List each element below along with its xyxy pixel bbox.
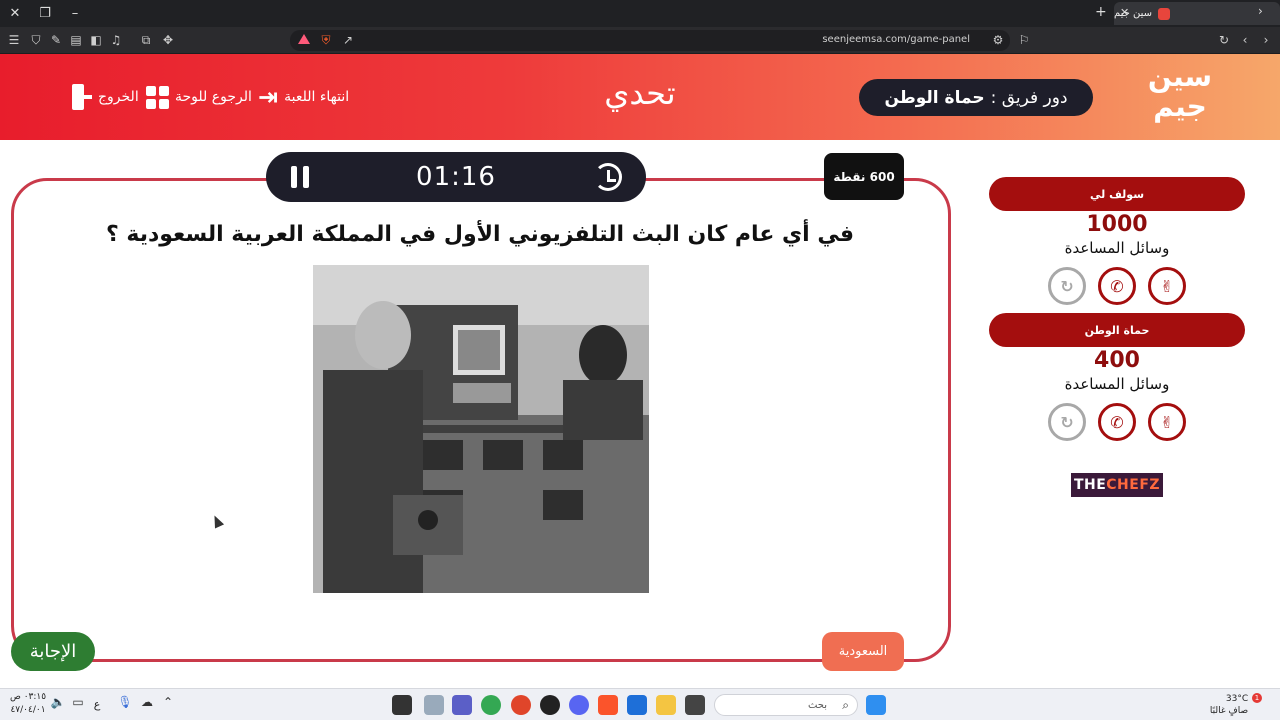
brave-rewards-icon[interactable]: [298, 34, 312, 48]
tray-chevron-icon[interactable]: ⌃: [158, 695, 178, 715]
phone-icon[interactable]: ✆: [1098, 403, 1136, 441]
url-text: seenjeemsa.com/game-panel: [822, 34, 970, 45]
question-image: [313, 265, 649, 593]
page-title: تحدي: [604, 74, 676, 112]
two-answers-icon[interactable]: ✌: [1148, 403, 1186, 441]
timer-bar: 01:16: [266, 152, 646, 202]
site-favicon-icon: [1158, 7, 1171, 20]
sponsor-logo[interactable]: THE CHEFZ: [1071, 473, 1163, 497]
microphone-icon[interactable]: 🎙: [115, 695, 135, 715]
team-name-bar: سولف لي: [989, 177, 1245, 211]
tab-list-chevron-icon[interactable]: ›: [1258, 4, 1263, 18]
window-restore-icon[interactable]: ❐: [34, 3, 56, 23]
exit-label: الخروج: [98, 89, 139, 105]
game-header: سين جيم دور فريق : حماة الوطن تحدي انتها…: [0, 54, 1280, 140]
rest-icon[interactable]: ↻: [1048, 267, 1086, 305]
weather-desc[interactable]: صافٍ غالبًا: [1204, 706, 1254, 716]
chrome-icon[interactable]: [481, 695, 501, 715]
screenshot-icon[interactable]: ⧉: [138, 32, 154, 48]
window-minimize-icon[interactable]: –: [64, 3, 86, 23]
file-explorer-icon[interactable]: [656, 695, 676, 715]
arrow-to-line-icon: ⇥: [258, 83, 279, 111]
window-close-icon[interactable]: ✕: [4, 3, 26, 23]
aids-label: وسائل المساعدة: [1064, 239, 1170, 257]
phone-icon[interactable]: ✆: [1098, 267, 1136, 305]
cloud-icon[interactable]: ☁: [137, 695, 157, 715]
brave-shields-icon[interactable]: ⛨: [318, 32, 334, 48]
discord-icon[interactable]: [569, 695, 589, 715]
terminal-icon[interactable]: [685, 695, 705, 715]
bookmark-icon[interactable]: ⚐: [1016, 32, 1032, 48]
rest-icon[interactable]: ↻: [1048, 403, 1086, 441]
browser-tab[interactable]: سين جيم: [1114, 2, 1280, 25]
grid-icon: [146, 85, 169, 109]
timer-display: 01:16: [416, 162, 496, 192]
tab-close-icon[interactable]: ✕: [1120, 6, 1129, 19]
forward-icon[interactable]: ›: [1258, 32, 1274, 48]
notification-badge: 1: [1252, 693, 1262, 703]
back-to-board-button[interactable]: الرجوع للوحة: [146, 82, 252, 112]
back-to-board-label: الرجوع للوحة: [175, 89, 252, 105]
exit-button[interactable]: الخروج: [70, 82, 139, 112]
team-score: 400: [1094, 348, 1140, 373]
category-button[interactable]: السعودية: [822, 632, 904, 671]
app-icon[interactable]: [540, 695, 560, 715]
network-icon[interactable]: ▭: [68, 695, 88, 715]
team-score: 1000: [1086, 212, 1148, 237]
back-icon[interactable]: ‹: [1237, 32, 1253, 48]
reload-icon[interactable]: ↻: [1216, 32, 1232, 48]
show-answer-button[interactable]: الإجابة: [11, 632, 95, 671]
end-game-label: انتهاء اللعبة: [284, 89, 350, 105]
team-name-bar: حماة الوطن: [989, 313, 1245, 347]
store-icon[interactable]: [627, 695, 647, 715]
brave-icon[interactable]: [598, 695, 618, 715]
weather-temp[interactable]: 33°C: [1222, 694, 1252, 704]
shield-icon[interactable]: ⛉: [28, 32, 44, 48]
volume-icon[interactable]: 🔈: [48, 695, 68, 715]
browser-tab-bar: ✕ ❐ – + سين جيم ✕ ›: [0, 0, 1280, 27]
exit-door-icon: [70, 84, 92, 110]
new-tab-icon[interactable]: +: [1095, 4, 1107, 20]
reading-list-icon[interactable]: ▤: [68, 32, 84, 48]
current-turn-pill: دور فريق : حماة الوطن: [859, 79, 1093, 116]
end-game-button[interactable]: انتهاء اللعبة ⇥: [258, 82, 349, 112]
share-icon[interactable]: ↗: [340, 32, 356, 48]
clock-date[interactable]: ٤٧/٠٤/٠١: [8, 705, 48, 715]
site-settings-icon[interactable]: ⚙: [990, 32, 1006, 48]
address-bar[interactable]: ⛨ ↗ seenjeemsa.com/game-panel ⚙: [290, 30, 1010, 51]
language-indicator[interactable]: ع: [90, 698, 104, 711]
turn-team-name: حماة الوطن: [884, 87, 985, 108]
windows-start-icon[interactable]: [866, 695, 886, 715]
reset-timer-icon[interactable]: [594, 163, 622, 191]
music-icon[interactable]: ♫: [108, 32, 124, 48]
menu-icon[interactable]: ☰: [6, 32, 22, 48]
search-placeholder: بحث: [807, 699, 827, 711]
browser-toolbar: ☰ ⛉ ✎ ▤ ◧ ♫ ⧉ ✥ ⛨ ↗ seenjeemsa.com/game-…: [0, 27, 1280, 54]
os-taskbar: ٠٣:١٥ ص ٤٧/٠٤/٠١ 🔈 ▭ ع 🎙 ☁ ⌃ بحث ⌕ 33°C …: [0, 688, 1280, 720]
turn-prefix: دور فريق :: [990, 87, 1068, 108]
aids-label: وسائل المساعدة: [1064, 375, 1170, 393]
taskbar-search-input[interactable]: بحث ⌕: [714, 694, 858, 716]
question-text: في أي عام كان البث التلفزيوني الأول في ا…: [105, 222, 855, 247]
wallet-icon[interactable]: ✎: [48, 32, 64, 48]
sidebar-icon[interactable]: ◧: [88, 32, 104, 48]
extensions-icon[interactable]: ✥: [160, 32, 176, 48]
search-icon: ⌕: [842, 698, 849, 712]
app-icon[interactable]: [511, 695, 531, 715]
game-logo[interactable]: سين جيم: [1142, 62, 1218, 132]
clock-time[interactable]: ٠٣:١٥ ص: [8, 692, 48, 702]
points-badge: 600 نقطة: [824, 153, 904, 200]
settings-app-icon[interactable]: [424, 695, 444, 715]
two-answers-icon[interactable]: ✌: [1148, 267, 1186, 305]
epic-games-icon[interactable]: [392, 695, 412, 715]
teams-icon[interactable]: [452, 695, 472, 715]
